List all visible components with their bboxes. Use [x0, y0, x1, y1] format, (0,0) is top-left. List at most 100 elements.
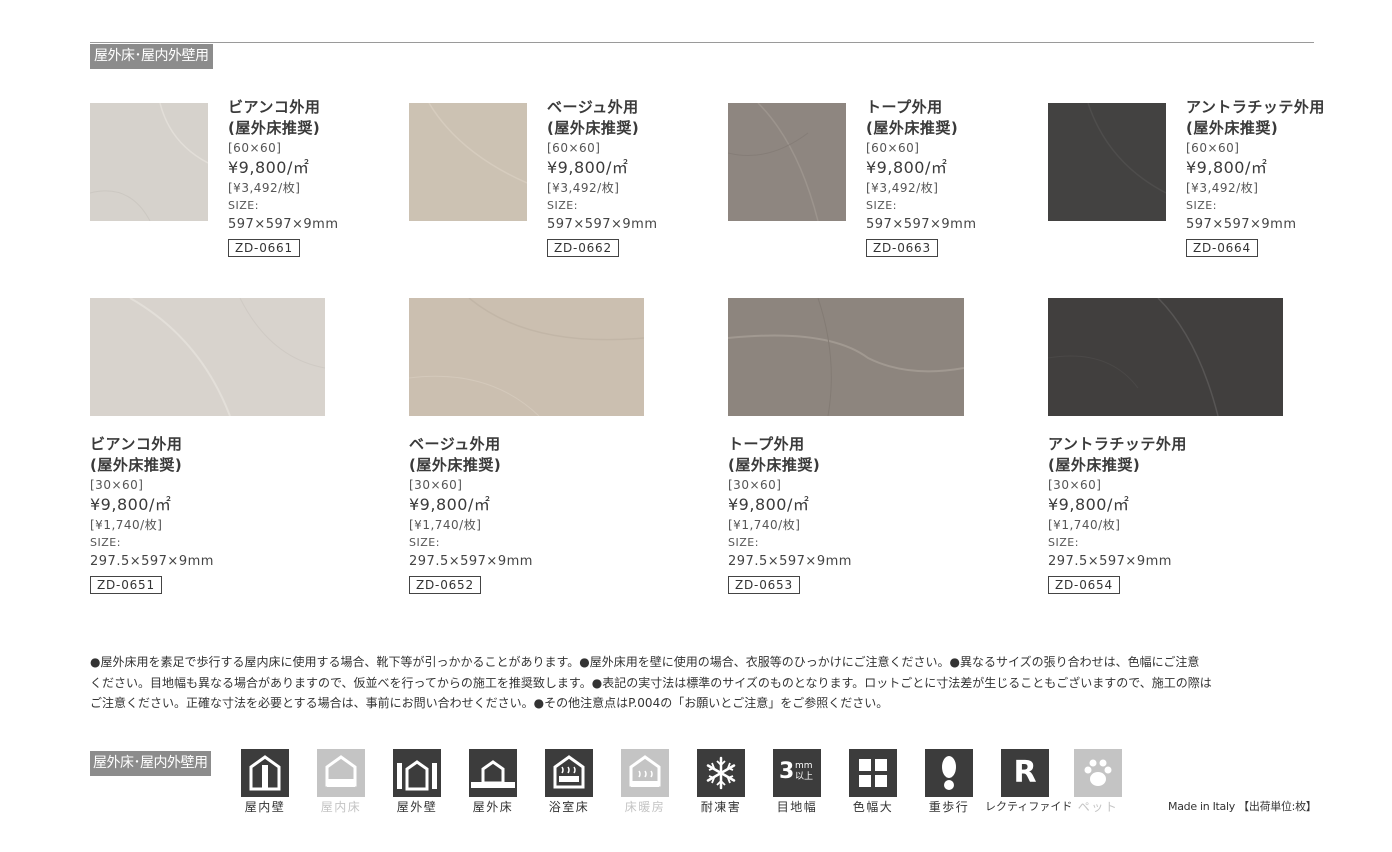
rectified-icon: R [1001, 749, 1049, 797]
tile-swatch [727, 297, 965, 417]
product-code: ZD-0662 [547, 239, 619, 257]
product-size: 297.5×597×9mm [409, 554, 533, 569]
footer-note: Made in Italy 【出荷単位:枚】 [1168, 799, 1317, 815]
product-code: ZD-0653 [728, 576, 800, 594]
legend-label: 屋外壁 [396, 800, 438, 814]
legend-item-frost-resistant: 耐凍害 [683, 749, 759, 815]
size-label: SIZE: [90, 536, 121, 549]
product-format: [30×60] [409, 478, 463, 492]
shipping-unit: 【出荷単位:枚】 [1238, 800, 1317, 813]
top-rule [90, 42, 1314, 43]
product-size: 597×597×9mm [547, 217, 658, 232]
legend-item-outdoor-wall: 屋外壁 [379, 749, 455, 815]
product-format: [60×60] [866, 141, 920, 155]
rectified-letter: R [1013, 755, 1037, 790]
size-label: SIZE: [866, 199, 897, 212]
legend-item-bathroom-floor: 浴室床 [531, 749, 607, 815]
note-line: ●屋外床用を素足で歩行する屋内床に使用する場合、靴下等が引っかかることがあります… [90, 655, 1200, 669]
floor-heating-icon [621, 749, 669, 797]
product-recommendation: (屋外床推奨) [1186, 119, 1279, 137]
product-unit-price: [¥1,740/枚] [409, 518, 482, 532]
section-tag: 屋外床･屋内外壁用 [90, 44, 213, 69]
product-recommendation: (屋外床推奨) [866, 119, 959, 137]
legend-item-color-variation: 色幅大 [835, 749, 911, 815]
legend-label: 屋外床 [472, 800, 514, 814]
product-unit-price: [¥1,740/枚] [1048, 518, 1121, 532]
legend-item-floor-heating: 床暖房 [607, 749, 683, 815]
product-format: [30×60] [728, 478, 782, 492]
joint-width-icon: 3 mm 以上 [773, 749, 821, 797]
product-code: ZD-0664 [1186, 239, 1258, 257]
product-price: ¥9,800/㎡ [547, 158, 629, 177]
product-unit-price: [¥3,492/枚] [1186, 181, 1259, 195]
joint-width-unit: mm [795, 761, 813, 771]
outdoor-floor-icon [469, 749, 517, 797]
product-size: 597×597×9mm [866, 217, 977, 232]
size-label: SIZE: [547, 199, 578, 212]
product-recommendation: (屋外床推奨) [90, 456, 183, 474]
product-name: アントラチッテ外用 [1186, 98, 1325, 116]
legend-label: レクティファイド [985, 800, 1073, 813]
product-name: トープ外用 [866, 98, 943, 116]
joint-width-suffix: 以上 [795, 772, 814, 782]
legend-label: 浴室床 [548, 800, 590, 814]
product-unit-price: [¥1,740/枚] [728, 518, 801, 532]
made-in: Made in Italy [1168, 800, 1235, 813]
product-name: アントラチッテ外用 [1048, 435, 1187, 453]
product-price: ¥9,800/㎡ [866, 158, 948, 177]
product-unit-price: [¥1,740/枚] [90, 518, 163, 532]
tile-swatch [90, 297, 326, 417]
product-format: [30×60] [90, 478, 144, 492]
product-price: ¥9,800/㎡ [90, 495, 172, 514]
tile-swatch [408, 297, 645, 417]
tile-swatch [1048, 102, 1167, 221]
product-unit-price: [¥3,492/枚] [228, 181, 301, 195]
product-size: 297.5×597×9mm [90, 554, 214, 569]
product-format: [60×60] [547, 141, 601, 155]
product-recommendation: (屋外床推奨) [728, 456, 821, 474]
product-name: ベージュ外用 [409, 435, 501, 453]
product-size: 297.5×597×9mm [1048, 554, 1172, 569]
joint-width-number: 3 [779, 759, 795, 784]
product-unit-price: [¥3,492/枚] [866, 181, 939, 195]
product-recommendation: (屋外床推奨) [228, 119, 321, 137]
frost-resistant-icon [697, 749, 745, 797]
note-line: ご注意ください。正確な寸法を必要とする場合は、事前にお問い合わせください。●その… [90, 696, 889, 710]
note-line: ください。目地幅も異なる場合がありますので、仮並べを行ってからの施工を推奨致しま… [90, 675, 1212, 690]
indoor-wall-icon [241, 749, 289, 797]
indoor-floor-icon [317, 749, 365, 797]
pet-icon [1074, 749, 1122, 797]
legend-label: ペット [1077, 800, 1119, 814]
legend-item-rectified: R レクティファイド [985, 749, 1073, 815]
size-label: SIZE: [228, 199, 259, 212]
tile-swatch [1047, 297, 1283, 417]
legend-item-indoor-floor: 屋内床 [303, 749, 379, 815]
notes: ●屋外床用を素足で歩行する屋内床に使用する場合、靴下等が引っかかることがあります… [90, 652, 1316, 714]
legend-item-heavy-traffic: 重歩行 [911, 749, 987, 815]
bathroom-floor-icon [545, 749, 593, 797]
product-price: ¥9,800/㎡ [409, 495, 491, 514]
size-label: SIZE: [1048, 536, 1079, 549]
product-price: ¥9,800/㎡ [728, 495, 810, 514]
legend-label: 色幅大 [852, 800, 894, 814]
product-size: 597×597×9mm [228, 217, 339, 232]
legend-label: 屋内床 [320, 800, 362, 814]
legend-label: 屋内壁 [244, 800, 286, 814]
legend-label: 重歩行 [928, 800, 970, 814]
product-name: トープ外用 [728, 435, 805, 453]
legend-item-outdoor-floor: 屋外床 [455, 749, 531, 815]
legend-label: 床暖房 [624, 800, 666, 814]
product-code: ZD-0661 [228, 239, 300, 257]
size-label: SIZE: [409, 536, 440, 549]
product-code: ZD-0651 [90, 576, 162, 594]
heavy-traffic-icon [925, 749, 973, 797]
legend-label: 耐凍害 [700, 800, 742, 814]
product-price: ¥9,800/㎡ [1186, 158, 1268, 177]
product-code: ZD-0663 [866, 239, 938, 257]
product-code: ZD-0654 [1048, 576, 1120, 594]
product-recommendation: (屋外床推奨) [1048, 456, 1141, 474]
size-label: SIZE: [728, 536, 759, 549]
product-price: ¥9,800/㎡ [1048, 495, 1130, 514]
legend-tag: 屋外床･屋内外壁用 [90, 751, 211, 776]
product-price: ¥9,800/㎡ [228, 158, 310, 177]
